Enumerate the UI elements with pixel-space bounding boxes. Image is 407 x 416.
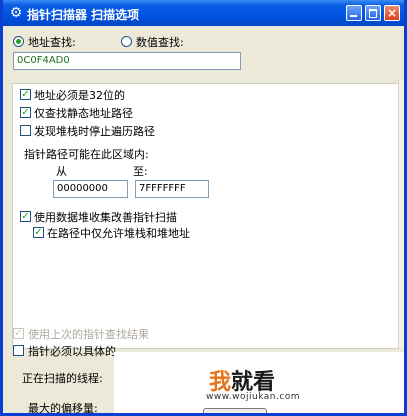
- stop-on-stack-checkbox[interactable]: [20, 125, 31, 136]
- address-input[interactable]: 0C0F4AD0: [13, 52, 241, 70]
- minimize-icon: [350, 15, 357, 17]
- range-from-input[interactable]: 00000000: [53, 180, 128, 198]
- value-search-label[interactable]: 数值查找:: [136, 34, 184, 50]
- watermark-overlay: 我就看 www.wojiukan.com: [114, 352, 404, 413]
- gear-icon[interactable]: ⚙: [8, 5, 24, 21]
- max-offset-label: 最大的偏移量:: [28, 402, 98, 415]
- window-title: 指针扫描器 扫描选项: [27, 8, 140, 22]
- only-heap-stack-checkbox[interactable]: ✓: [33, 227, 44, 238]
- range-to-input[interactable]: 7FFFFFFF: [135, 180, 209, 198]
- use-last-result-checkbox: ✓: [13, 328, 24, 339]
- scan-threads-label: 正在扫描的线程:: [22, 372, 103, 385]
- address-search-radio[interactable]: [13, 36, 24, 47]
- options-panel: ✓ 地址必须是32位的 ✓ 仅查找静态地址路径 发现堆栈时停止遍历路径 指针路径…: [12, 83, 399, 349]
- minimize-button[interactable]: [346, 5, 362, 21]
- only-heap-stack-label[interactable]: 在路径中仅允许堆栈和堆地址: [47, 225, 190, 241]
- address-search-label[interactable]: 地址查找:: [28, 34, 76, 50]
- from-label: 从: [56, 165, 67, 178]
- use-last-result-label: 使用上次的指针查找结果: [28, 328, 149, 341]
- use-heap-checkbox[interactable]: ✓: [20, 211, 31, 222]
- dialog-body: 地址查找: 数值查找: 0C0F4AD0 ✓ 地址必须是32位的 ✓ 仅查找静态…: [3, 26, 404, 415]
- hidden-button-edge[interactable]: [203, 408, 267, 413]
- options-scrollbar[interactable]: [398, 80, 404, 348]
- must-specific-checkbox[interactable]: [13, 345, 24, 356]
- close-icon: ×: [386, 6, 398, 20]
- value-search-radio[interactable]: [121, 36, 132, 47]
- maximize-icon: [369, 9, 377, 18]
- watermark-url: www.wojiukan.com: [206, 392, 301, 402]
- maximize-button[interactable]: [365, 5, 381, 21]
- stop-on-stack-label[interactable]: 发现堆栈时停止遍历路径: [34, 123, 155, 139]
- use-heap-label[interactable]: 使用数据堆收集改善指针扫描: [34, 209, 177, 225]
- only-static-label[interactable]: 仅查找静态地址路径: [34, 105, 133, 121]
- to-label: 至:: [133, 165, 148, 178]
- only-static-checkbox[interactable]: ✓: [20, 107, 31, 118]
- must-32bit-label[interactable]: 地址必须是32位的: [34, 87, 125, 103]
- must-specific-label[interactable]: 指针必须以具体的: [28, 343, 116, 359]
- region-label: 指针路径可能在此区域内:: [24, 148, 149, 161]
- must-32bit-checkbox[interactable]: ✓: [20, 89, 31, 100]
- close-button[interactable]: ×: [384, 5, 400, 21]
- scan-options-window: ⚙ 指针扫描器 扫描选项 × 地址查找: 数值查找: 0C0F4AD0 ✓ 地址…: [0, 0, 407, 416]
- title-bar[interactable]: ⚙ 指针扫描器 扫描选项 ×: [3, 0, 404, 26]
